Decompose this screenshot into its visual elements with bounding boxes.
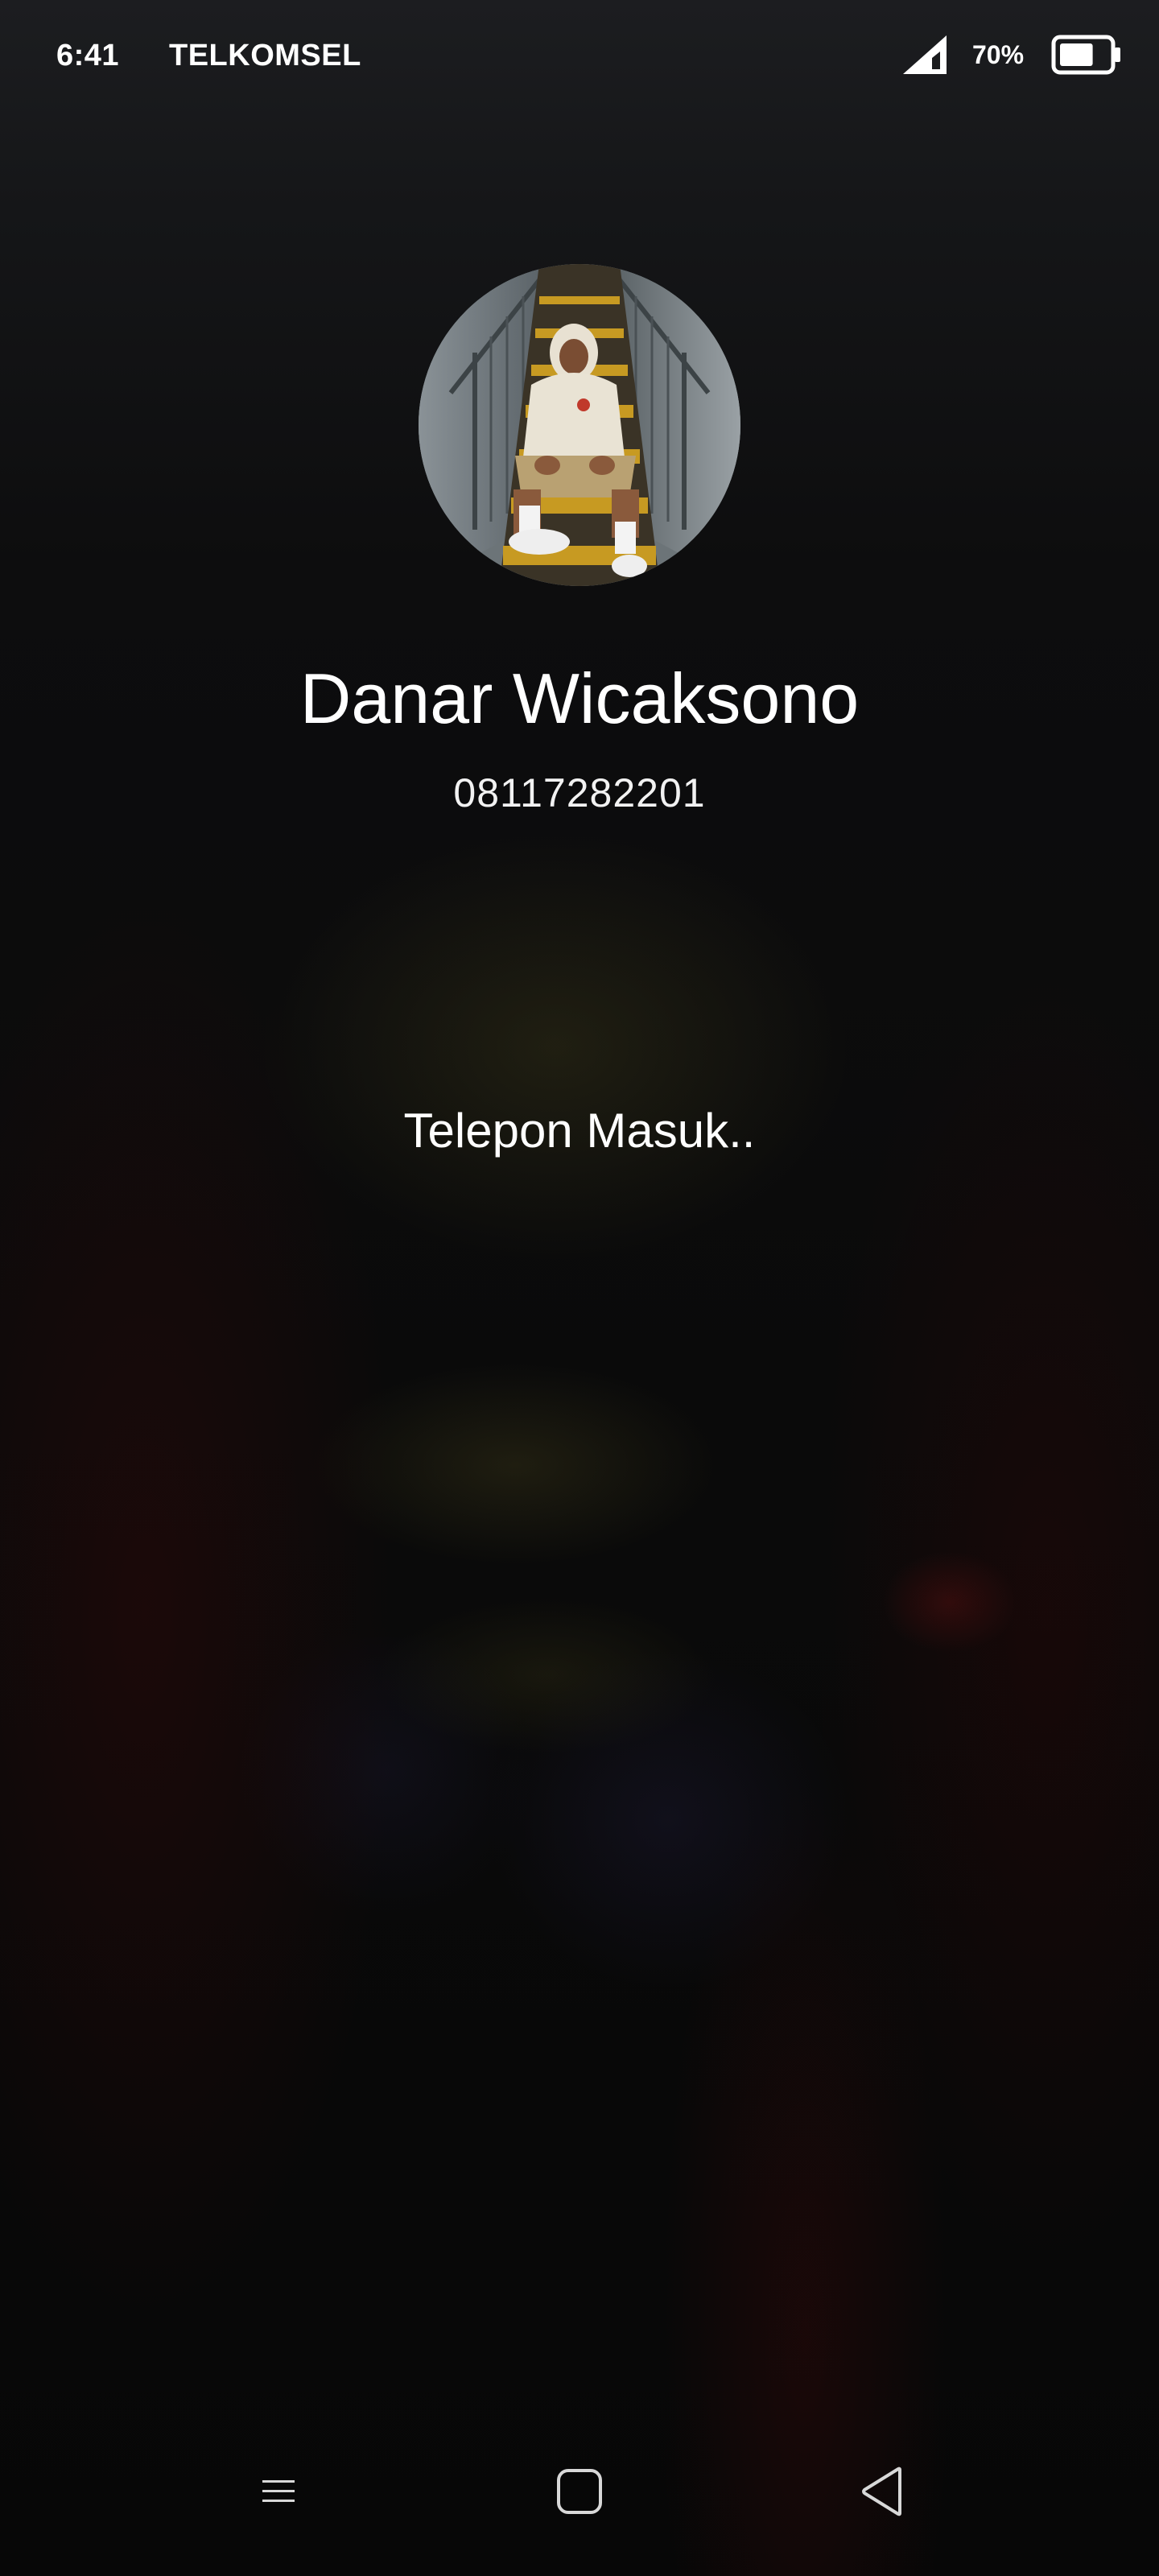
home-button[interactable] <box>531 2439 628 2544</box>
battery-icon <box>1051 35 1120 75</box>
navigation-bar <box>0 2439 1159 2544</box>
caller-phone-number: 08117282201 <box>453 770 706 815</box>
recent-apps-button[interactable] <box>230 2439 327 2544</box>
status-bar: 6:41 TELKOMSEL 70% <box>0 0 1159 113</box>
back-triangle-icon <box>862 2467 901 2516</box>
call-status-text: Telepon Masuk.. <box>403 1104 756 1158</box>
cellular-signal-icon <box>903 35 947 74</box>
carrier-name: TELKOMSEL <box>169 39 361 72</box>
menu-icon <box>262 2480 295 2502</box>
incoming-call-screen: 6:41 TELKOMSEL 70% Danar Wicaksono 08117… <box>0 0 1159 2576</box>
caller-name: Danar Wicaksono <box>299 658 860 738</box>
back-button[interactable] <box>834 2439 930 2544</box>
home-square-icon <box>557 2469 602 2514</box>
caller-avatar <box>419 264 740 586</box>
caller-photo <box>419 264 740 586</box>
status-time: 6:41 <box>56 39 120 72</box>
battery-percentage: 70% <box>972 40 1025 69</box>
